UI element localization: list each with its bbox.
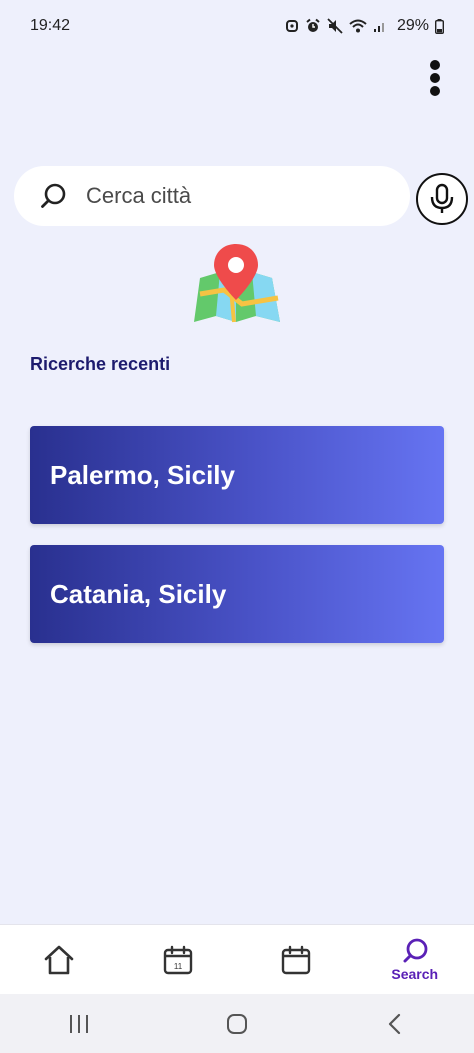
system-navigation [0,994,474,1053]
back-button[interactable] [355,994,435,1053]
search-bar[interactable] [14,166,410,226]
calendar-day-number: 11 [174,962,183,971]
home-icon [44,945,74,975]
recent-city-card[interactable]: Catania, Sicily [30,545,444,643]
calendar-icon [282,945,311,975]
bottom-navigation: 11 Search [0,924,474,995]
nav-home[interactable] [0,925,118,995]
search-icon [403,938,428,963]
nav-calendar[interactable] [237,925,355,995]
battery-icon [435,18,444,34]
calendar-day-icon: 11 [163,945,192,975]
search-input[interactable] [84,182,368,210]
voice-search-button[interactable] [416,173,468,225]
back-icon [388,1013,401,1034]
alarm-icon [306,18,320,32]
microphone-icon [430,183,454,213]
nav-daily[interactable]: 11 [119,925,237,995]
map-pin-icon [194,244,280,323]
nav-search-label: Search [391,966,439,982]
city-label: Palermo, Sicily [50,459,235,490]
signal-icon [373,23,384,32]
more-options-icon[interactable] [420,56,450,100]
mute-icon [327,18,343,34]
status-bar: 19:42 29% [0,0,474,52]
recent-city-card[interactable]: Palermo, Sicily [30,426,444,524]
recent-searches-title: Ricerche recenti [30,354,171,374]
home-button[interactable] [197,994,277,1053]
status-time: 19:42 [30,17,71,34]
wifi-icon [349,19,367,33]
notification-icon [285,20,298,32]
city-label: Catania, Sicily [50,578,227,609]
battery-text: 29% [396,17,429,34]
status-icons: 29% [285,17,444,35]
nav-search[interactable]: Search [356,925,474,995]
search-icon [41,183,66,208]
recent-apps-icon [70,1014,88,1033]
recent-apps-button[interactable] [39,994,119,1053]
home-circle-icon [227,1013,247,1034]
